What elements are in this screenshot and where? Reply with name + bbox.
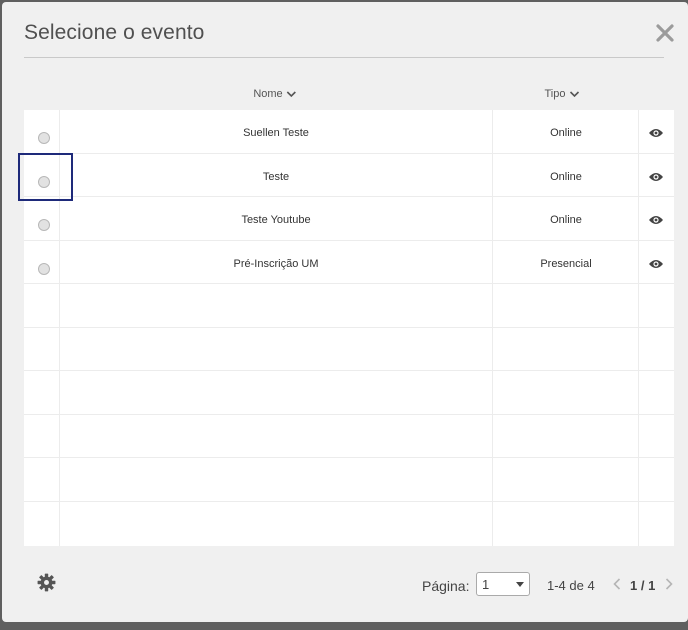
cell-tipo: Online (550, 127, 582, 139)
empty-row (24, 415, 674, 458)
row-select-radio[interactable] (38, 262, 50, 275)
eye-icon[interactable] (648, 214, 664, 226)
column-header-nome[interactable]: Nome (253, 88, 297, 100)
gear-icon[interactable] (37, 573, 56, 592)
page-select-value: 1 (482, 577, 490, 592)
eye-icon[interactable] (648, 171, 664, 183)
empty-row (24, 458, 674, 502)
column-header-tipo[interactable]: Tipo (545, 88, 580, 100)
empty-row (24, 328, 674, 371)
table-header: Nome Tipo (24, 88, 674, 110)
column-header-label: Nome (253, 88, 283, 100)
page-count: 1 / 1 (630, 578, 656, 593)
table-row[interactable]: Suellen Teste Online (24, 110, 674, 154)
close-icon[interactable] (654, 22, 676, 44)
cell-nome: Suellen Teste (243, 127, 309, 139)
table-row[interactable]: Teste Youtube Online (24, 197, 674, 241)
empty-row (24, 371, 674, 415)
column-header-label: Tipo (544, 88, 566, 100)
pagination-label: Página: (422, 578, 470, 594)
cell-nome: Teste (262, 170, 290, 183)
empty-row (24, 502, 674, 546)
dialog-title: Selecione o evento (24, 21, 205, 44)
cell-tipo: Online (550, 214, 582, 226)
empty-row (24, 284, 674, 328)
chevron-down-icon (569, 90, 580, 97)
row-select-radio[interactable] (38, 219, 50, 231)
cell-tipo: Presencial (540, 257, 592, 270)
events-table: Suellen Teste Online Teste Online Teste … (24, 110, 674, 546)
page-select[interactable]: 1 (476, 572, 530, 596)
cell-nome: Pré-Inscrição UM (233, 257, 319, 270)
chevron-left-icon[interactable] (612, 577, 622, 591)
eye-icon[interactable] (648, 127, 664, 139)
chevron-down-icon (287, 90, 297, 97)
eye-icon[interactable] (648, 258, 664, 270)
record-range: 1-4 de 4 (547, 578, 595, 593)
cell-tipo: Online (550, 170, 582, 183)
table-row[interactable]: Pré-Inscrição UM Presencial (24, 241, 674, 284)
select-event-dialog: Selecione o evento Nome Tipo Suellen Tes… (2, 2, 688, 622)
title-divider (24, 57, 664, 58)
caret-down-icon (516, 582, 524, 587)
chevron-right-icon[interactable] (664, 577, 674, 591)
table-row[interactable]: Teste Online (24, 154, 674, 197)
cell-nome: Teste Youtube (241, 214, 311, 226)
row-select-radio[interactable] (38, 132, 50, 144)
row-select-radio[interactable] (38, 175, 50, 188)
